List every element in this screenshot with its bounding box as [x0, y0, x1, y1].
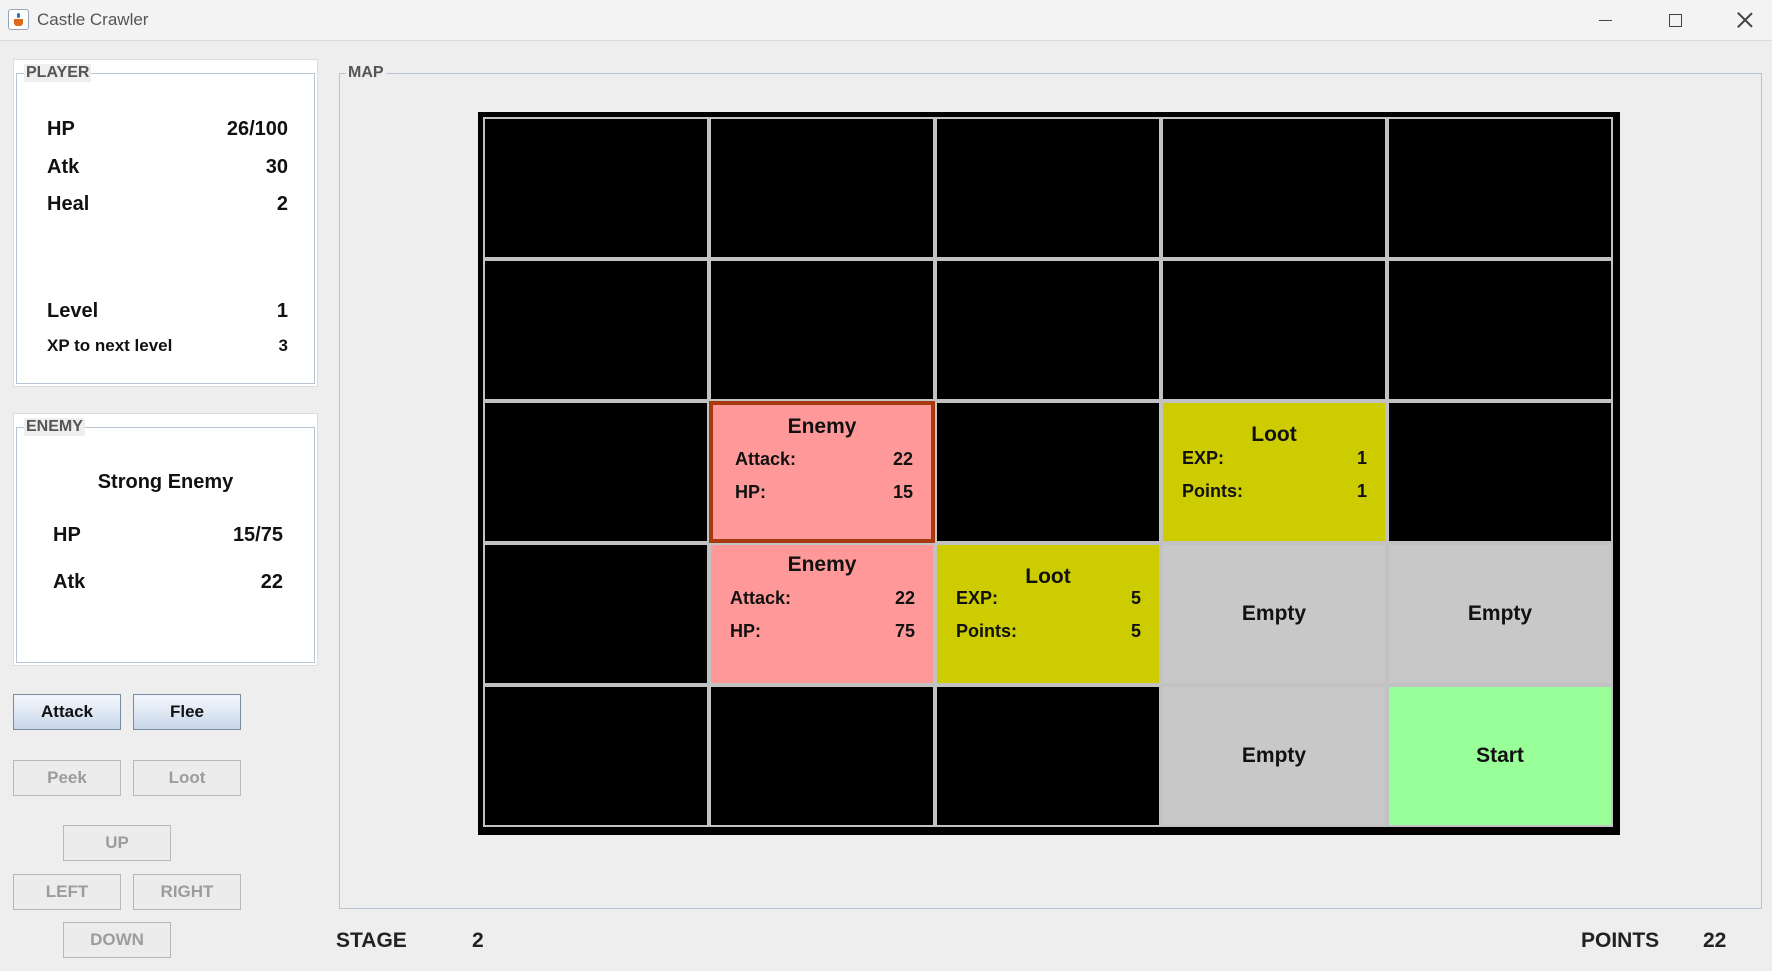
close-icon: [1737, 12, 1753, 28]
cell-title: Enemy: [787, 553, 857, 576]
enemy-hp-label: HP: [53, 524, 81, 546]
cell-label: Start: [1476, 744, 1524, 767]
player-xp-value: 3: [278, 336, 288, 355]
map-cell-unexplored[interactable]: [1161, 259, 1387, 401]
cell-attack-value: 22: [892, 449, 913, 469]
map-cell-unexplored[interactable]: [483, 543, 709, 685]
map-cell-unexplored[interactable]: [935, 259, 1161, 401]
window-title: Castle Crawler: [37, 10, 149, 29]
map-cell-unexplored[interactable]: [935, 685, 1161, 827]
map-cell-unexplored[interactable]: [483, 401, 709, 543]
player-atk-label: Atk: [47, 156, 80, 178]
attack-button[interactable]: Attack: [13, 694, 121, 730]
player-hp-label: HP: [47, 118, 75, 140]
cell-points-label: Points:: [1182, 481, 1243, 501]
player-xp-label: XP to next level: [47, 336, 173, 355]
cell-exp-label: EXP:: [956, 588, 999, 608]
up-button[interactable]: UP: [63, 825, 171, 861]
player-legend: PLAYER: [24, 64, 92, 82]
map-cell-unexplored[interactable]: [483, 117, 709, 259]
minimize-icon: [1598, 19, 1612, 21]
player-heal-label: Heal: [47, 193, 90, 215]
cell-title: Loot: [1251, 423, 1297, 446]
map-cell-unexplored[interactable]: [1387, 117, 1613, 259]
player-heal-value: 2: [276, 193, 288, 215]
enemy-panel: ENEMY Strong Enemy HP 15/75 Atk 22: [13, 413, 318, 666]
map-legend: MAP: [346, 64, 386, 82]
map-cell-unexplored[interactable]: [709, 685, 935, 827]
title-bar: Castle Crawler: [0, 0, 1772, 41]
loot-button[interactable]: Loot: [133, 760, 241, 796]
cell-points-value: 1: [1356, 481, 1367, 501]
map-cell-unexplored[interactable]: [709, 259, 935, 401]
map-cell-empty[interactable]: Empty: [1161, 543, 1387, 685]
map-cell-unexplored[interactable]: [483, 259, 709, 401]
map-cell-unexplored[interactable]: [1387, 401, 1613, 543]
cell-label: Empty: [1241, 602, 1307, 625]
cell-exp-value: 5: [1130, 588, 1141, 608]
left-button[interactable]: LEFT: [13, 874, 121, 910]
map-cell-loot[interactable]: Loot EXP: 5 Points: 5: [935, 543, 1161, 685]
minimize-button[interactable]: [1570, 0, 1640, 40]
cell-attack-label: Attack:: [730, 588, 792, 608]
right-button[interactable]: RIGHT: [133, 874, 241, 910]
enemy-atk-label: Atk: [53, 571, 86, 593]
close-button[interactable]: [1710, 0, 1772, 40]
map-cell-empty[interactable]: Empty: [1161, 685, 1387, 827]
player-hp-value: 26/100: [226, 118, 288, 140]
map-cell-empty[interactable]: Empty: [1387, 543, 1613, 685]
points-label: POINTS: [1581, 929, 1660, 952]
map-cell-loot[interactable]: Loot EXP: 1 Points: 1: [1161, 401, 1387, 543]
java-cup-icon: [8, 9, 29, 30]
cell-title: Enemy: [787, 415, 857, 438]
cell-attack-label: Attack:: [735, 449, 797, 469]
map-cell-unexplored[interactable]: [935, 117, 1161, 259]
cell-points-value: 5: [1130, 621, 1141, 641]
map-cell-enemy-selected[interactable]: Enemy Attack: 22 HP: 15: [709, 401, 935, 543]
maximize-button[interactable]: [1640, 0, 1710, 40]
map-cell-unexplored[interactable]: [709, 117, 935, 259]
cell-hp-label: HP:: [735, 482, 766, 502]
map-cell-unexplored[interactable]: [483, 685, 709, 827]
down-button[interactable]: DOWN: [63, 922, 171, 958]
cell-hp-value: 75: [894, 621, 915, 641]
cell-hp-value: 15: [892, 482, 913, 502]
enemy-legend: ENEMY: [24, 418, 85, 436]
cell-exp-label: EXP:: [1182, 448, 1225, 468]
cell-exp-value: 1: [1356, 448, 1367, 468]
cell-attack-value: 22: [894, 588, 915, 608]
maximize-icon: [1668, 13, 1682, 27]
map-grid: Enemy Attack: 22 HP: 15 Loot EXP: 1 Poin…: [478, 112, 1620, 835]
cell-points-label: Points:: [956, 621, 1017, 641]
map-cell-unexplored[interactable]: [1161, 117, 1387, 259]
map-cell-unexplored[interactable]: [1387, 259, 1613, 401]
enemy-name: Strong Enemy: [97, 471, 234, 493]
enemy-atk-value: 22: [260, 571, 283, 593]
map-cell-enemy[interactable]: Enemy Attack: 22 HP: 75: [709, 543, 935, 685]
peek-button[interactable]: Peek: [13, 760, 121, 796]
map-cell-start[interactable]: Start: [1387, 685, 1613, 827]
player-level-value: 1: [276, 300, 288, 322]
map-cell-unexplored[interactable]: [935, 401, 1161, 543]
cell-hp-label: HP:: [730, 621, 761, 641]
stage-value: 2: [472, 929, 484, 952]
points-value: 22: [1703, 929, 1727, 952]
cell-label: Empty: [1241, 744, 1307, 767]
player-level-label: Level: [47, 300, 99, 322]
player-atk-value: 30: [265, 156, 288, 178]
flee-button[interactable]: Flee: [133, 694, 241, 730]
player-panel: PLAYER HP 26/100 Atk 30 Heal 2 Level 1 X…: [13, 59, 318, 387]
enemy-hp-value: 15/75: [232, 524, 283, 546]
cell-label: Empty: [1467, 602, 1533, 625]
stage-label: STAGE: [336, 929, 407, 952]
cell-title: Loot: [1025, 565, 1071, 588]
